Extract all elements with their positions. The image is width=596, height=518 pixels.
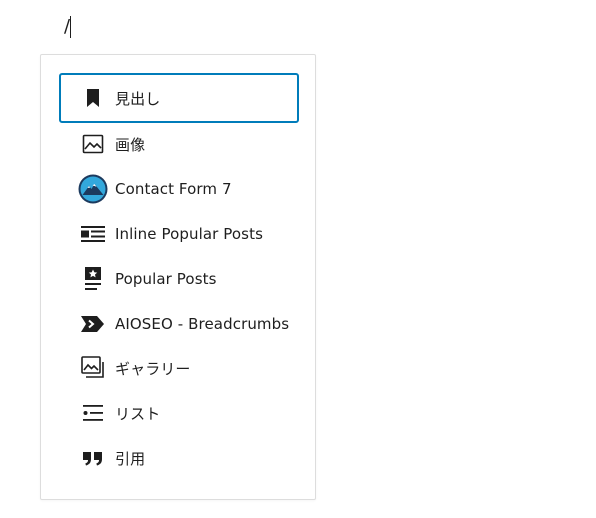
inserter-item-label: Contact Form 7 xyxy=(115,180,232,198)
text-caret xyxy=(70,16,72,38)
inserter-item-quote[interactable]: 引用 xyxy=(59,434,299,482)
image-icon xyxy=(77,128,109,160)
inserter-item-label: Popular Posts xyxy=(115,270,217,288)
inserter-item-gallery[interactable]: ギャラリー xyxy=(59,344,299,392)
inserter-item-image[interactable]: 画像 xyxy=(59,120,299,168)
inserter-item-label: Inline Popular Posts xyxy=(115,225,263,243)
editor-paragraph[interactable]: / xyxy=(64,14,72,40)
inserter-item-label: AIOSEO - Breadcrumbs xyxy=(115,315,290,333)
inserter-item-label: 画像 xyxy=(115,135,146,154)
inserter-item-label: 見出し xyxy=(115,89,161,108)
inserter-item-label: リスト xyxy=(115,404,161,423)
quote-icon xyxy=(77,442,109,474)
list-icon xyxy=(77,397,109,429)
gallery-icon xyxy=(77,352,109,384)
inserter-item-inline-popular-posts[interactable]: Inline Popular Posts xyxy=(59,210,299,258)
inserter-item-label: 引用 xyxy=(115,449,146,468)
inserter-item-contact-form-7[interactable]: Contact Form 7 xyxy=(59,165,299,213)
inserter-item-list[interactable]: リスト xyxy=(59,389,299,437)
bookmark-icon xyxy=(77,82,109,114)
inserter-item-label: ギャラリー xyxy=(115,359,191,378)
breadcrumb-tag-icon xyxy=(77,308,109,340)
inserter-item-heading[interactable]: 見出し xyxy=(59,73,299,123)
inserter-item-popular-posts[interactable]: Popular Posts xyxy=(59,255,299,303)
block-inserter-popover: 見出し 画像 Contact Form 7 Inline Popular Pos… xyxy=(40,54,316,500)
contact-form-7-icon xyxy=(77,173,109,205)
popular-posts-icon xyxy=(77,263,109,295)
inserter-item-aioseo-breadcrumbs[interactable]: AIOSEO - Breadcrumbs xyxy=(59,300,299,348)
inline-posts-icon xyxy=(77,218,109,250)
